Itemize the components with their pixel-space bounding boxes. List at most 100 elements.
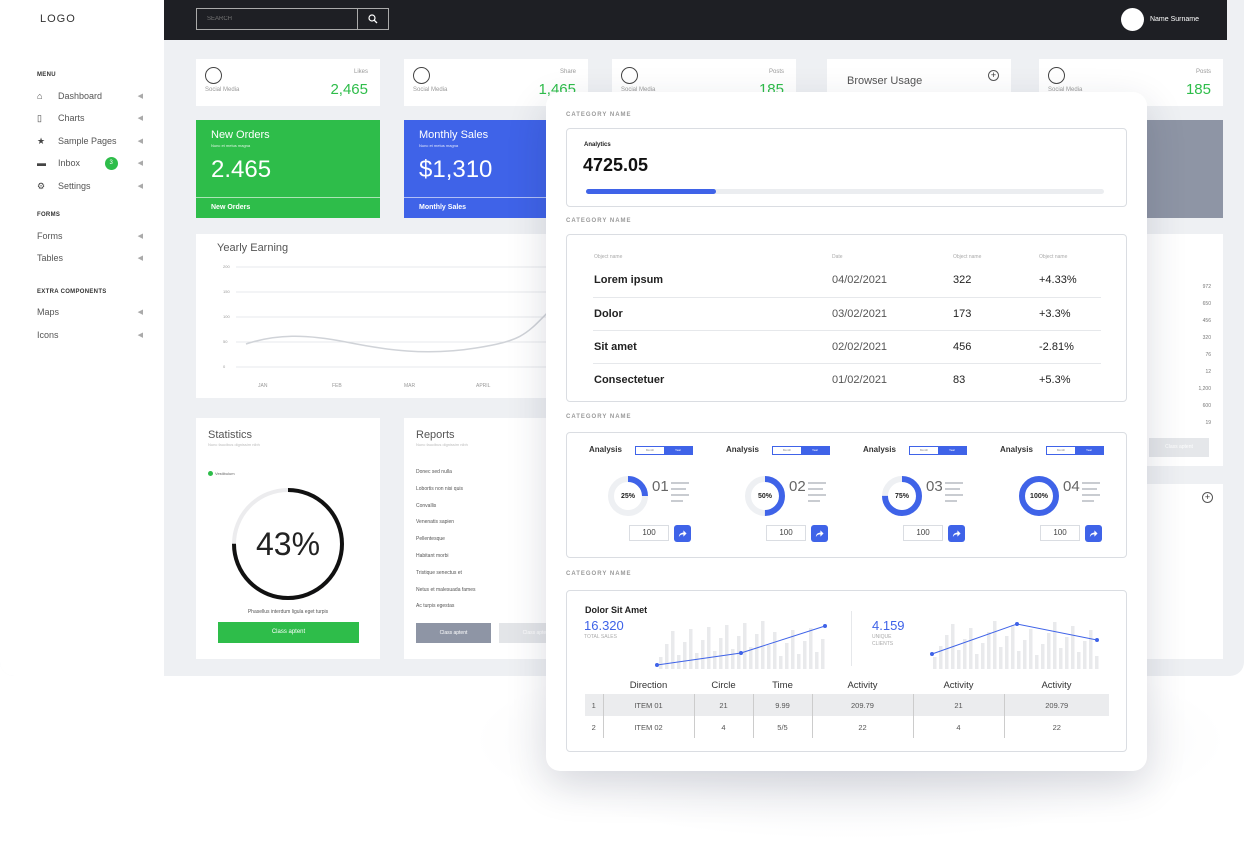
background-bar — [743, 623, 747, 669]
table-row[interactable]: 2 ITEM 02 4 5/5 22 4 22 — [585, 716, 1109, 738]
new-orders-card: New Orders Nunc et metus magna 2.465 New… — [196, 120, 380, 218]
plus-icon[interactable]: + — [1202, 492, 1213, 503]
toggle-year[interactable]: Year — [664, 447, 692, 454]
share-button[interactable] — [1085, 525, 1102, 542]
menu-section-title: MENU — [37, 72, 56, 78]
sidebar-item-charts[interactable]: ▯ Charts ◀ — [37, 110, 143, 126]
background-bar — [659, 657, 663, 669]
toggle-month[interactable]: Month — [636, 447, 664, 454]
right-number: 972 — [1202, 284, 1211, 290]
statistics-sub: Nunc faucibus dignissim nibh — [208, 442, 260, 447]
analysis-widget: Analysis Month Year 100% 04 100 — [998, 433, 1136, 557]
report-item[interactable]: Convallis — [416, 503, 436, 509]
background-bar — [975, 654, 979, 669]
background-bar — [1029, 629, 1033, 669]
category-label: CATEGORY NAME — [566, 571, 632, 577]
period-toggle[interactable]: Month Year — [1046, 446, 1104, 455]
yearly-earning-card: Yearly Earning 200 150 100 50 0 JAN FEB … — [196, 234, 596, 398]
unique-clients-value: 4.159 — [872, 618, 905, 633]
table-row[interactable]: Sit amet 02/02/2021 456 -2.81% — [593, 330, 1101, 364]
progress-percent: 100% — [1030, 492, 1048, 500]
toggle-year[interactable]: Year — [801, 447, 829, 454]
class-aptent-button[interactable]: Class aptent — [416, 623, 491, 643]
quantity-input[interactable]: 100 — [903, 525, 943, 541]
class-aptent-button[interactable]: Class aptent — [1149, 438, 1209, 457]
class-aptent-button[interactable]: Class aptent — [218, 622, 359, 643]
search-input[interactable] — [197, 9, 358, 29]
reports-title: Reports — [416, 429, 455, 441]
report-item[interactable]: Ac turpis egestas — [416, 603, 454, 609]
sidebar-item-dashboard[interactable]: ⌂ Dashboard ◀ — [37, 88, 143, 104]
stat-value: 185 — [1185, 81, 1211, 98]
search-button[interactable] — [358, 9, 388, 29]
toggle-month[interactable]: Month — [910, 447, 938, 454]
x-tick: MAR — [404, 383, 416, 389]
key-icon: ⚙ — [37, 180, 46, 191]
table-row[interactable]: Lorem ipsum 04/02/2021 322 +4.33% — [593, 264, 1101, 298]
period-toggle[interactable]: Month Year — [909, 446, 967, 455]
placeholder-line — [808, 494, 826, 496]
toggle-month[interactable]: Month — [773, 447, 801, 454]
right-number: 320 — [1202, 335, 1211, 341]
total-sales-chart — [655, 621, 827, 669]
user-name: Name Surname — [1149, 16, 1199, 23]
analysis-widget: Analysis Month Year 25% 01 100 — [587, 433, 725, 557]
stat-value: 2,465 — [330, 81, 368, 98]
background-bar — [725, 625, 729, 669]
background-bar — [779, 656, 783, 669]
table-cell: 4 — [694, 716, 754, 738]
share-button[interactable] — [674, 525, 691, 542]
logo[interactable]: LOGO — [40, 13, 76, 25]
chevron-left-icon: ◀ — [137, 183, 143, 190]
quantity-input[interactable]: 100 — [766, 525, 806, 541]
report-item[interactable]: Donec sed nulla — [416, 469, 452, 475]
card-footer-link[interactable]: New Orders — [196, 197, 380, 218]
sidebar-item-label: Tables — [37, 253, 64, 263]
report-item[interactable]: Habitant morbi — [416, 553, 449, 559]
report-item[interactable]: Pellentesque — [416, 536, 445, 542]
period-toggle[interactable]: Month Year — [772, 446, 830, 455]
sidebar-item-tables[interactable]: Tables ◀ — [37, 250, 143, 266]
report-item[interactable]: Venenatis sapien — [416, 519, 454, 525]
toggle-month[interactable]: Month — [1047, 447, 1075, 454]
table-row[interactable]: 1 ITEM 01 21 9.99 209.79 21 209.79 — [585, 694, 1109, 716]
sidebar-item-inbox[interactable]: ▬ Inbox 3 ◀ — [37, 155, 143, 171]
user-menu[interactable]: Name Surname — [1120, 8, 1199, 31]
quantity-input[interactable]: 100 — [1040, 525, 1080, 541]
chevron-left-icon: ◀ — [137, 332, 143, 339]
background-bar — [1059, 648, 1063, 669]
table-cell: 456 — [952, 330, 1038, 364]
placeholder-line — [1082, 500, 1094, 502]
progress-percent: 50% — [757, 492, 772, 500]
report-item[interactable]: Tristique senectus et — [416, 570, 462, 576]
sidebar-item-sample-pages[interactable]: ★ Sample Pages ◀ — [37, 133, 143, 149]
sidebar-item-settings[interactable]: ⚙ Settings ◀ — [37, 178, 143, 194]
share-button[interactable] — [811, 525, 828, 542]
column-header: Activity — [1041, 679, 1072, 691]
quantity-input[interactable]: 100 — [629, 525, 669, 541]
placeholder-line — [808, 482, 826, 484]
table-row[interactable]: Consectetuer 01/02/2021 83 +5.3% — [593, 363, 1101, 396]
stat-sub: Social Media — [205, 87, 240, 93]
table-row[interactable]: Dolor 03/02/2021 173 +3.3% — [593, 297, 1101, 331]
table-cell: Lorem ipsum — [593, 264, 831, 298]
report-item[interactable]: Netus et malesuada fames — [416, 587, 475, 593]
avatar[interactable] — [1120, 8, 1144, 31]
period-toggle[interactable]: Month Year — [635, 446, 693, 455]
report-item[interactable]: Lobortis non nisi quis — [416, 486, 463, 492]
yearly-earning-chart — [236, 266, 596, 368]
sidebar-item-forms[interactable]: Forms ◀ — [37, 228, 143, 244]
toggle-year[interactable]: Year — [938, 447, 966, 454]
stat-title: Share — [559, 69, 576, 75]
table-cell: 83 — [953, 373, 966, 386]
toggle-year[interactable]: Year — [1075, 447, 1103, 454]
plus-icon[interactable]: + — [988, 70, 999, 81]
share-button[interactable] — [948, 525, 965, 542]
table-cell: +4.33% — [1038, 264, 1101, 298]
home-icon: ⌂ — [37, 91, 43, 101]
sidebar-item-maps[interactable]: Maps ◀ — [37, 304, 143, 320]
background-bar — [1017, 651, 1021, 669]
sidebar-item-icons[interactable]: Icons ◀ — [37, 327, 143, 343]
progress-percent: 25% — [620, 492, 635, 500]
y-tick: 50 — [223, 339, 228, 344]
